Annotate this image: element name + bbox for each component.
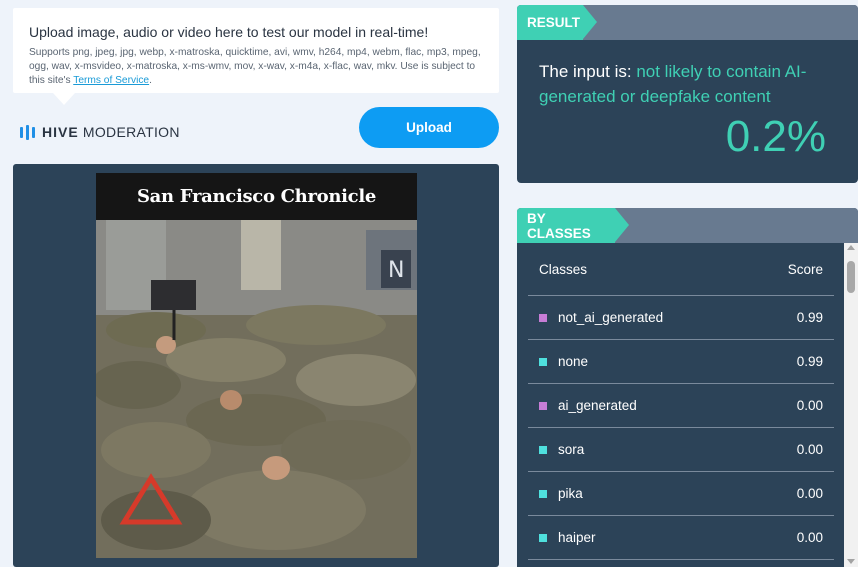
table-row: none 0.99 [528,340,834,384]
class-score: 0.00 [796,398,823,413]
column-header-classes: Classes [539,261,588,277]
result-tab-arrow [583,5,597,39]
classes-scrollbar[interactable] [844,243,858,567]
upload-info-title: Upload image, audio or video here to tes… [29,24,429,40]
upload-button[interactable]: Upload [359,107,499,148]
class-color-swatch [539,401,547,410]
class-name: not_ai_generated [558,310,664,325]
class-score: 0.00 [796,486,823,501]
media-preview-panel: San Francisco Chronicle N [13,164,499,567]
by-classes-card: BY CLASSES Classes Score not_ai_generate… [517,208,858,567]
scroll-up-icon[interactable] [847,245,855,250]
upload-info-card: Upload image, audio or video here to tes… [13,8,499,105]
class-score: 0.00 [796,442,823,457]
class-name: sora [558,442,585,457]
table-row: pika 0.00 [528,472,834,516]
by-classes-tab-arrow [615,208,629,242]
class-score: 0.00 [796,530,823,545]
result-header: RESULT [517,5,858,40]
svg-text:N: N [388,258,404,283]
table-row: sora 0.00 [528,428,834,472]
class-color-swatch [539,489,547,498]
classes-header: BY CLASSES [517,208,858,243]
result-tab: RESULT [517,5,583,40]
by-classes-tab: BY CLASSES [517,208,615,243]
masthead-text: San Francisco Chronicle [136,186,377,207]
class-color-swatch [539,357,547,366]
column-header-score: Score [787,261,823,277]
result-percentage: 0.2% [725,112,826,161]
tooltip-pointer [53,93,75,105]
scrollbar-thumb[interactable] [847,261,855,293]
class-score: 0.99 [796,354,823,369]
hive-logo-icon [20,124,35,140]
result-prefix: The input is: [539,62,637,81]
class-name: ai_generated [558,398,637,413]
result-verdict-text: The input is: not likely to contain AI-g… [539,59,844,109]
table-row: haiper 0.00 [528,516,834,560]
hive-moderation-logo: HIVE MODERATION [20,123,180,141]
class-name: pika [558,486,583,501]
class-score: 0.99 [796,310,823,325]
class-name: none [558,354,589,369]
terms-of-service-link[interactable]: Terms of Service [73,75,149,86]
soldiers-sleeping-photo: N [96,220,417,558]
logo-product: MODERATION [82,124,180,140]
photo-scene: N [96,220,417,558]
logo-brand: HIVE [42,124,79,140]
classes-table-header: Classes Score [528,243,834,296]
newspaper-masthead: San Francisco Chronicle [96,173,417,220]
class-name: haiper [558,530,596,545]
scroll-down-icon[interactable] [847,559,855,564]
class-color-swatch [539,313,547,322]
uploaded-image: San Francisco Chronicle N [96,173,417,558]
class-color-swatch [539,445,547,454]
table-row: ai_generated 0.00 [528,384,834,428]
classes-table: Classes Score not_ai_generated 0.99 none… [528,243,834,560]
class-color-swatch [539,533,547,542]
result-card: RESULT The input is: not likely to conta… [517,5,858,183]
table-row: not_ai_generated 0.99 [528,296,834,340]
terms-suffix: . [149,75,152,86]
upload-info-description: Supports png, jpeg, jpg, webp, x-matrosk… [29,46,483,88]
